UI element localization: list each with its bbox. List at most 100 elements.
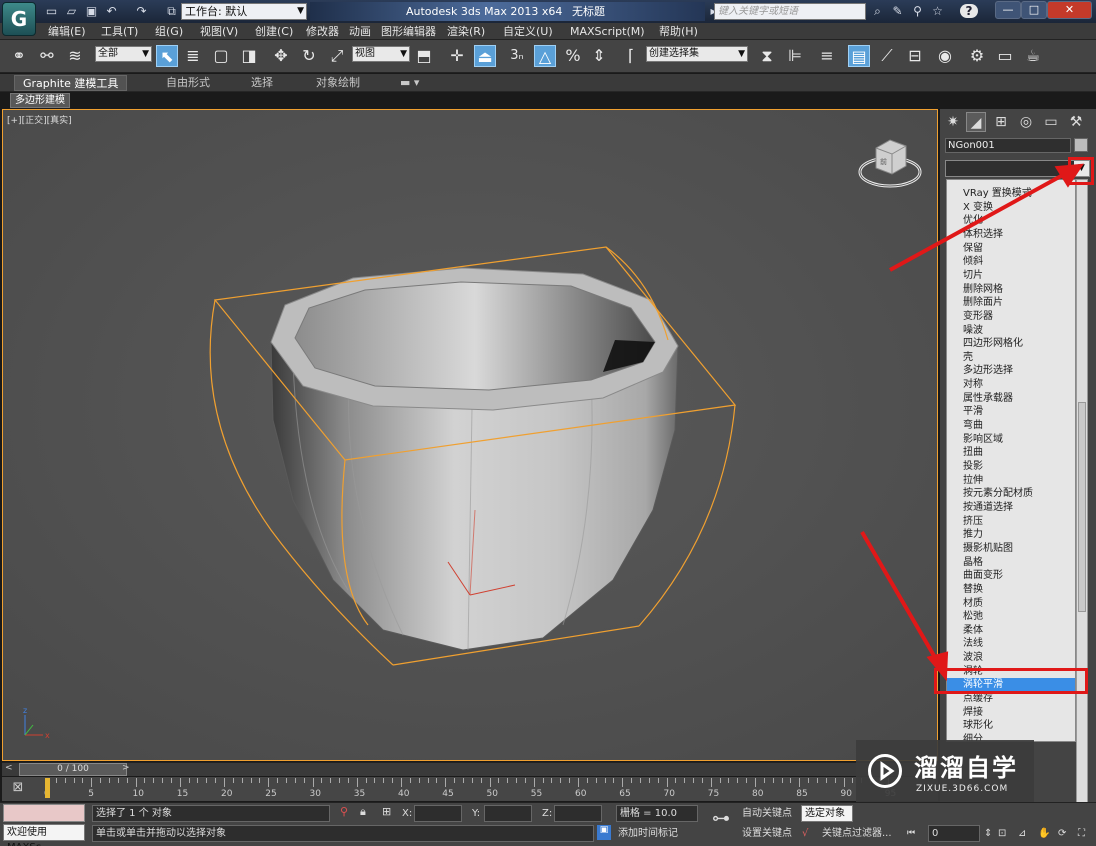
select-and-move-icon[interactable]: ✥	[270, 45, 292, 67]
isolate-selection-icon[interactable]: ⚲	[340, 805, 348, 818]
reference-coordinate-dropdown[interactable]: 视图 ▼	[352, 46, 410, 62]
pan-hand-icon[interactable]: ✋	[1038, 826, 1050, 841]
keyboard-shortcut-toggle-icon[interactable]: ⏏	[474, 45, 496, 67]
time-prev-icon[interactable]: <	[5, 763, 13, 773]
maxscript-listener-mini[interactable]	[3, 804, 85, 822]
select-and-scale-icon[interactable]: ⤢	[326, 45, 348, 67]
menu-help[interactable]: 帮助(H)	[659, 24, 698, 39]
rectangular-selection-icon[interactable]: ▢	[210, 45, 232, 67]
curve-editor-icon[interactable]: ⟋	[876, 45, 898, 67]
binoculars-icon[interactable]: ⌕	[870, 4, 885, 18]
orbit-icon[interactable]: ⟳	[1058, 826, 1066, 841]
project-folder-icon[interactable]: ⧉	[164, 4, 179, 18]
rendered-frame-window-icon[interactable]: ▭	[994, 45, 1016, 67]
y-coordinate-field[interactable]	[484, 805, 532, 822]
add-time-tag[interactable]: 添加时间标记	[618, 826, 678, 841]
schematic-view-icon[interactable]: ⊟	[904, 45, 926, 67]
menu-create[interactable]: 创建(C)	[255, 24, 293, 39]
window-crossing-icon[interactable]: ◨	[238, 45, 260, 67]
maximize-viewport-icon[interactable]: ⛶	[1078, 826, 1085, 841]
field-of-view-icon[interactable]: ⊿	[1018, 826, 1026, 841]
absolute-mode-icon[interactable]: ⊞	[382, 805, 391, 818]
key-tangent-icon[interactable]: √	[802, 826, 808, 841]
zoom-extents-icon[interactable]: ⊡	[998, 826, 1006, 841]
percent-snap-icon[interactable]: %	[562, 45, 584, 67]
select-by-name-icon[interactable]: ≣	[182, 45, 204, 67]
selection-lock-icon[interactable]: 🔒︎	[360, 805, 366, 819]
current-frame-marker[interactable]	[45, 778, 50, 798]
workspace-dropdown[interactable]: 工作台: 默认 ▼	[181, 3, 307, 20]
auto-key-button[interactable]: 自动关键点	[742, 806, 792, 821]
track-bar[interactable]: 05101520253035404550556065707580859095	[2, 777, 938, 801]
subtab-polygon-modeling[interactable]: 多边形建模	[10, 93, 70, 108]
undo-icon[interactable]: ↶	[104, 4, 119, 18]
render-setup-icon[interactable]: ⚙	[966, 45, 988, 67]
frame-spinner-icon[interactable]: ⇕	[984, 826, 992, 841]
tab-object-paint[interactable]: 对象绘制	[308, 75, 368, 91]
selected-object-dropdown[interactable]: 选定对象	[801, 805, 853, 822]
object-name-field[interactable]: NGon001	[945, 138, 1071, 153]
select-manipulate-icon[interactable]: ✛	[446, 45, 468, 67]
material-editor-icon[interactable]: ◉	[934, 45, 956, 67]
motion-tab-icon[interactable]: ◎	[1016, 112, 1036, 132]
pivot-center-icon[interactable]: ⬒	[413, 45, 435, 67]
select-object-icon[interactable]: ⬉	[156, 45, 178, 67]
search-input[interactable]: 键入关键字或短语	[714, 3, 866, 20]
maxscript-welcome-field[interactable]: 欢迎使用 MAXSc	[3, 824, 85, 846]
go-to-start-icon[interactable]: ⏮	[907, 826, 915, 841]
menu-views[interactable]: 视图(V)	[200, 24, 238, 39]
selection-filter-dropdown[interactable]: 全部 ▼	[95, 46, 152, 62]
time-tag-icon[interactable]: ▣	[597, 825, 611, 840]
z-coordinate-field[interactable]	[554, 805, 602, 822]
menu-graph-editors[interactable]: 图形编辑器	[381, 24, 436, 39]
menu-maxscript[interactable]: MAXScript(M)	[570, 24, 645, 39]
time-next-icon[interactable]: >	[122, 763, 130, 773]
angle-snap-icon[interactable]: △	[534, 45, 556, 67]
menu-animation[interactable]: 动画	[349, 24, 371, 39]
utilities-tab-icon[interactable]: ⚒	[1066, 112, 1086, 132]
modify-tab-icon[interactable]: ◢	[966, 112, 986, 132]
subscription-icon[interactable]: ✎	[890, 4, 905, 18]
app-logo-button[interactable]: G	[2, 2, 36, 36]
key-filters-button[interactable]: 关键点过滤器...	[822, 826, 892, 841]
tab-freeform[interactable]: 自由形式	[158, 75, 218, 91]
viewport-label[interactable]: [+][正交][真实]	[7, 113, 72, 126]
tab-graphite-modeling[interactable]: Graphite 建模工具	[14, 75, 128, 91]
tab-selection[interactable]: 选择	[243, 75, 281, 91]
select-and-link-icon[interactable]: ⚭	[8, 45, 30, 67]
perspective-viewport[interactable]: 前 z x [+][正交][真实]	[2, 109, 938, 761]
render-production-icon[interactable]: ☕	[1022, 45, 1044, 67]
menu-rendering[interactable]: 渲染(R)	[447, 24, 485, 39]
align-icon[interactable]: ⊫	[784, 45, 806, 67]
help-icon[interactable]: ?	[960, 4, 978, 18]
current-frame-field[interactable]: 0	[928, 825, 980, 842]
redo-icon[interactable]: ↷	[134, 4, 149, 18]
create-tab-icon[interactable]: ✷	[943, 112, 963, 132]
modifier-list-item[interactable]: 球形化	[947, 719, 1075, 732]
time-slider[interactable]: < 0 / 100 >	[2, 762, 938, 776]
maximize-button[interactable]: □	[1021, 1, 1047, 19]
favorites-star-icon[interactable]: ☆	[930, 4, 945, 18]
layer-manager-icon[interactable]: ≡	[816, 45, 838, 67]
object-color-swatch[interactable]	[1074, 138, 1088, 152]
open-file-icon[interactable]: ▱	[64, 4, 79, 18]
snaps-toggle-icon[interactable]: 3ₙ	[506, 45, 528, 67]
time-slider-thumb[interactable]: 0 / 100	[19, 763, 127, 776]
new-file-icon[interactable]: ▭	[44, 4, 59, 18]
menu-tools[interactable]: 工具(T)	[101, 24, 138, 39]
set-key-icon[interactable]: ⊶	[707, 808, 735, 836]
x-coordinate-field[interactable]	[414, 805, 462, 822]
communication-icon[interactable]: ⚲	[910, 4, 925, 18]
spinner-snap-icon[interactable]: ⇕	[588, 45, 610, 67]
set-key-button[interactable]: 设置关键点	[742, 826, 792, 841]
mini-curve-editor-icon[interactable]: ⊠	[8, 780, 28, 798]
graphite-toggle-icon[interactable]: ▤	[848, 45, 870, 67]
mirror-icon[interactable]: ⧗	[756, 45, 778, 67]
hierarchy-tab-icon[interactable]: ⊞	[991, 112, 1011, 132]
close-button[interactable]: ✕	[1047, 1, 1092, 19]
menu-customize[interactable]: 自定义(U)	[503, 24, 553, 39]
unlink-icon[interactable]: ⚯	[36, 45, 58, 67]
edit-named-selection-icon[interactable]: ⌈	[620, 45, 642, 67]
minimize-button[interactable]: —	[995, 1, 1021, 19]
display-tab-icon[interactable]: ▭	[1041, 112, 1061, 132]
